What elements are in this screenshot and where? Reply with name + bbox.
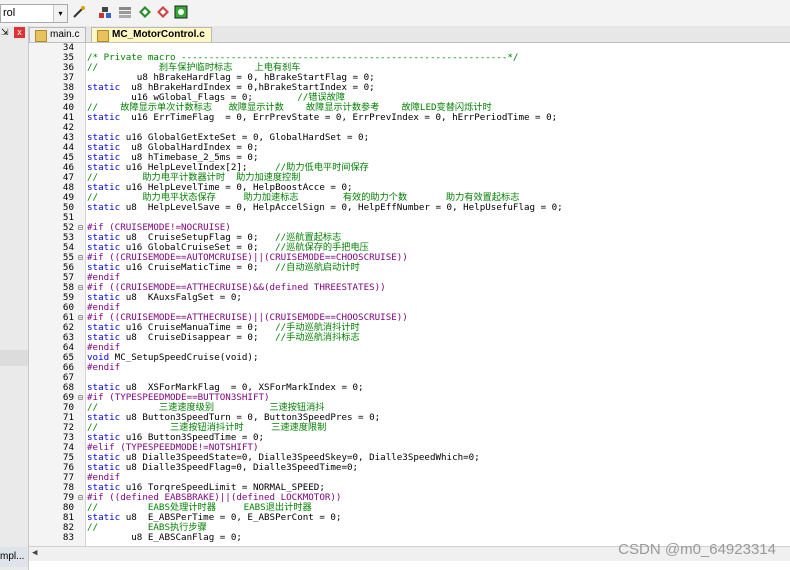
- code-editor[interactable]: 34 35/* Private macro -------------------…: [29, 43, 790, 546]
- target-combo[interactable]: rol ▾: [0, 4, 68, 23]
- line-number: 83: [62, 532, 74, 543]
- chevron-down-icon[interactable]: ▾: [53, 5, 67, 22]
- code-text: static u8 Dialle3SpeedFlag=0, Dialle3Spe…: [87, 462, 359, 473]
- scroll-left-icon[interactable]: ◀: [32, 548, 37, 558]
- code-text: #endif: [87, 362, 121, 373]
- code-text: static u8 CruiseDisappear = 0; //手动巡航消抖标…: [87, 332, 360, 343]
- watermark: CSDN @m0_64923314: [618, 541, 776, 558]
- build-icon[interactable]: [96, 4, 114, 22]
- debug-icon[interactable]: [172, 4, 190, 22]
- sidebar-selected-row[interactable]: [0, 350, 28, 366]
- fold-toggle-icon[interactable]: ⊟: [78, 223, 85, 233]
- tab-mc-motorcontrol-c[interactable]: MC_MotorControl.c: [91, 27, 212, 42]
- code-text: static u8 HelpLevelSave = 0, HelpAccelSi…: [87, 202, 563, 213]
- code-text: static u16 ErrTimeFlag = 0, ErrPrevState…: [87, 112, 558, 123]
- tab-label: main.c: [50, 29, 80, 40]
- fold-toggle-icon[interactable]: ⊟: [78, 493, 85, 503]
- code-line[interactable]: 63 static u8 CruiseDisappear = 0; //手动巡航消…: [29, 333, 790, 343]
- code-line[interactable]: 66 #endif: [29, 363, 790, 373]
- translate-icon[interactable]: [154, 4, 172, 22]
- target-combo-value: rol: [3, 7, 16, 19]
- pin-icon[interactable]: ⇲: [1, 27, 12, 38]
- file-icon: [35, 30, 47, 42]
- code-line[interactable]: 56 static u16 CruiseMaticTime = 0; //自动巡航…: [29, 263, 790, 273]
- code-text: static u16 CruiseMaticTime = 0; //自动巡航启动…: [87, 262, 360, 273]
- sidebar-bottom-tab[interactable]: mpl...: [0, 547, 28, 567]
- project-sidebar: ⇲ x mpl...: [0, 26, 29, 570]
- tab-label: MC_MotorControl.c: [112, 29, 205, 40]
- code-line[interactable]: 50 static u8 HelpLevelSave = 0, HelpAccel…: [29, 203, 790, 213]
- download-icon[interactable]: [136, 4, 154, 22]
- toolbar: rol ▾: [0, 0, 790, 27]
- code-line[interactable]: 76 static u8 Dialle3SpeedFlag=0, Dialle3S…: [29, 463, 790, 473]
- rebuild-icon[interactable]: [116, 4, 134, 22]
- code-line[interactable]: 59 static u8 KAuxsFalgSet = 0;: [29, 293, 790, 303]
- editor-tabbar: main.c MC_MotorControl.c: [29, 26, 790, 43]
- file-icon: [97, 30, 109, 42]
- close-icon[interactable]: x: [14, 27, 25, 38]
- tab-main-c[interactable]: main.c: [29, 27, 87, 42]
- fold-toggle-icon[interactable]: ⊟: [78, 393, 85, 403]
- fold-toggle-icon[interactable]: ⊟: [78, 253, 85, 263]
- fold-toggle-icon[interactable]: ⊟: [78, 283, 85, 293]
- code-line[interactable]: 41 static u16 ErrTimeFlag = 0, ErrPrevSta…: [29, 113, 790, 123]
- fold-toggle-icon[interactable]: ⊟: [78, 313, 85, 323]
- wand-icon[interactable]: [70, 4, 88, 22]
- code-line[interactable]: 65 void MC_SetupSpeedCruise(void);: [29, 353, 790, 363]
- code-text: u8 E_ABSCanFlag = 0;: [87, 532, 242, 543]
